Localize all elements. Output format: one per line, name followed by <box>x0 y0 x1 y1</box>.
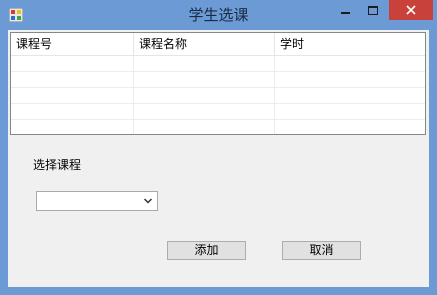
table-cell[interactable] <box>11 56 134 71</box>
table-cell[interactable] <box>275 104 425 119</box>
table-cell[interactable] <box>275 56 425 71</box>
course-select-label: 选择课程 <box>33 158 82 172</box>
minimize-icon <box>340 12 350 14</box>
grid-header: 课程号 课程名称 学时 <box>11 33 425 56</box>
table-row[interactable] <box>11 72 425 88</box>
cancel-button[interactable]: 取消 <box>282 241 361 260</box>
table-cell[interactable] <box>134 120 275 134</box>
minimize-button[interactable] <box>332 0 358 20</box>
app-icon[interactable] <box>9 8 23 22</box>
client-area: 课程号 课程名称 学时 选择课程 添加 取消 <box>8 30 429 287</box>
table-cell[interactable] <box>134 88 275 103</box>
table-row[interactable] <box>11 56 425 72</box>
table-cell[interactable] <box>11 72 134 87</box>
course-select[interactable] <box>36 191 158 211</box>
add-button[interactable]: 添加 <box>167 241 246 260</box>
table-cell[interactable] <box>11 88 134 103</box>
chevron-down-icon[interactable] <box>143 196 153 206</box>
table-cell[interactable] <box>275 88 425 103</box>
course-grid[interactable]: 课程号 课程名称 学时 <box>10 32 426 135</box>
table-cell[interactable] <box>275 72 425 87</box>
table-row[interactable] <box>11 88 425 104</box>
column-header-course-name[interactable]: 课程名称 <box>134 33 275 55</box>
table-cell[interactable] <box>134 72 275 87</box>
table-cell[interactable] <box>275 120 425 134</box>
title-bar[interactable]: 学生选课 <box>0 0 437 30</box>
close-button[interactable] <box>389 0 433 20</box>
maximize-button[interactable] <box>360 0 386 20</box>
table-row[interactable] <box>11 120 425 134</box>
table-cell[interactable] <box>134 104 275 119</box>
app-window: 学生选课 课程号 课程名称 学时 选择课程 添加 取消 <box>0 0 437 295</box>
table-cell[interactable] <box>11 104 134 119</box>
table-cell[interactable] <box>11 120 134 134</box>
maximize-icon <box>368 5 378 15</box>
column-header-hours[interactable]: 学时 <box>275 33 425 55</box>
column-header-course-id[interactable]: 课程号 <box>11 33 134 55</box>
close-icon <box>406 5 416 15</box>
table-row[interactable] <box>11 104 425 120</box>
table-cell[interactable] <box>134 56 275 71</box>
